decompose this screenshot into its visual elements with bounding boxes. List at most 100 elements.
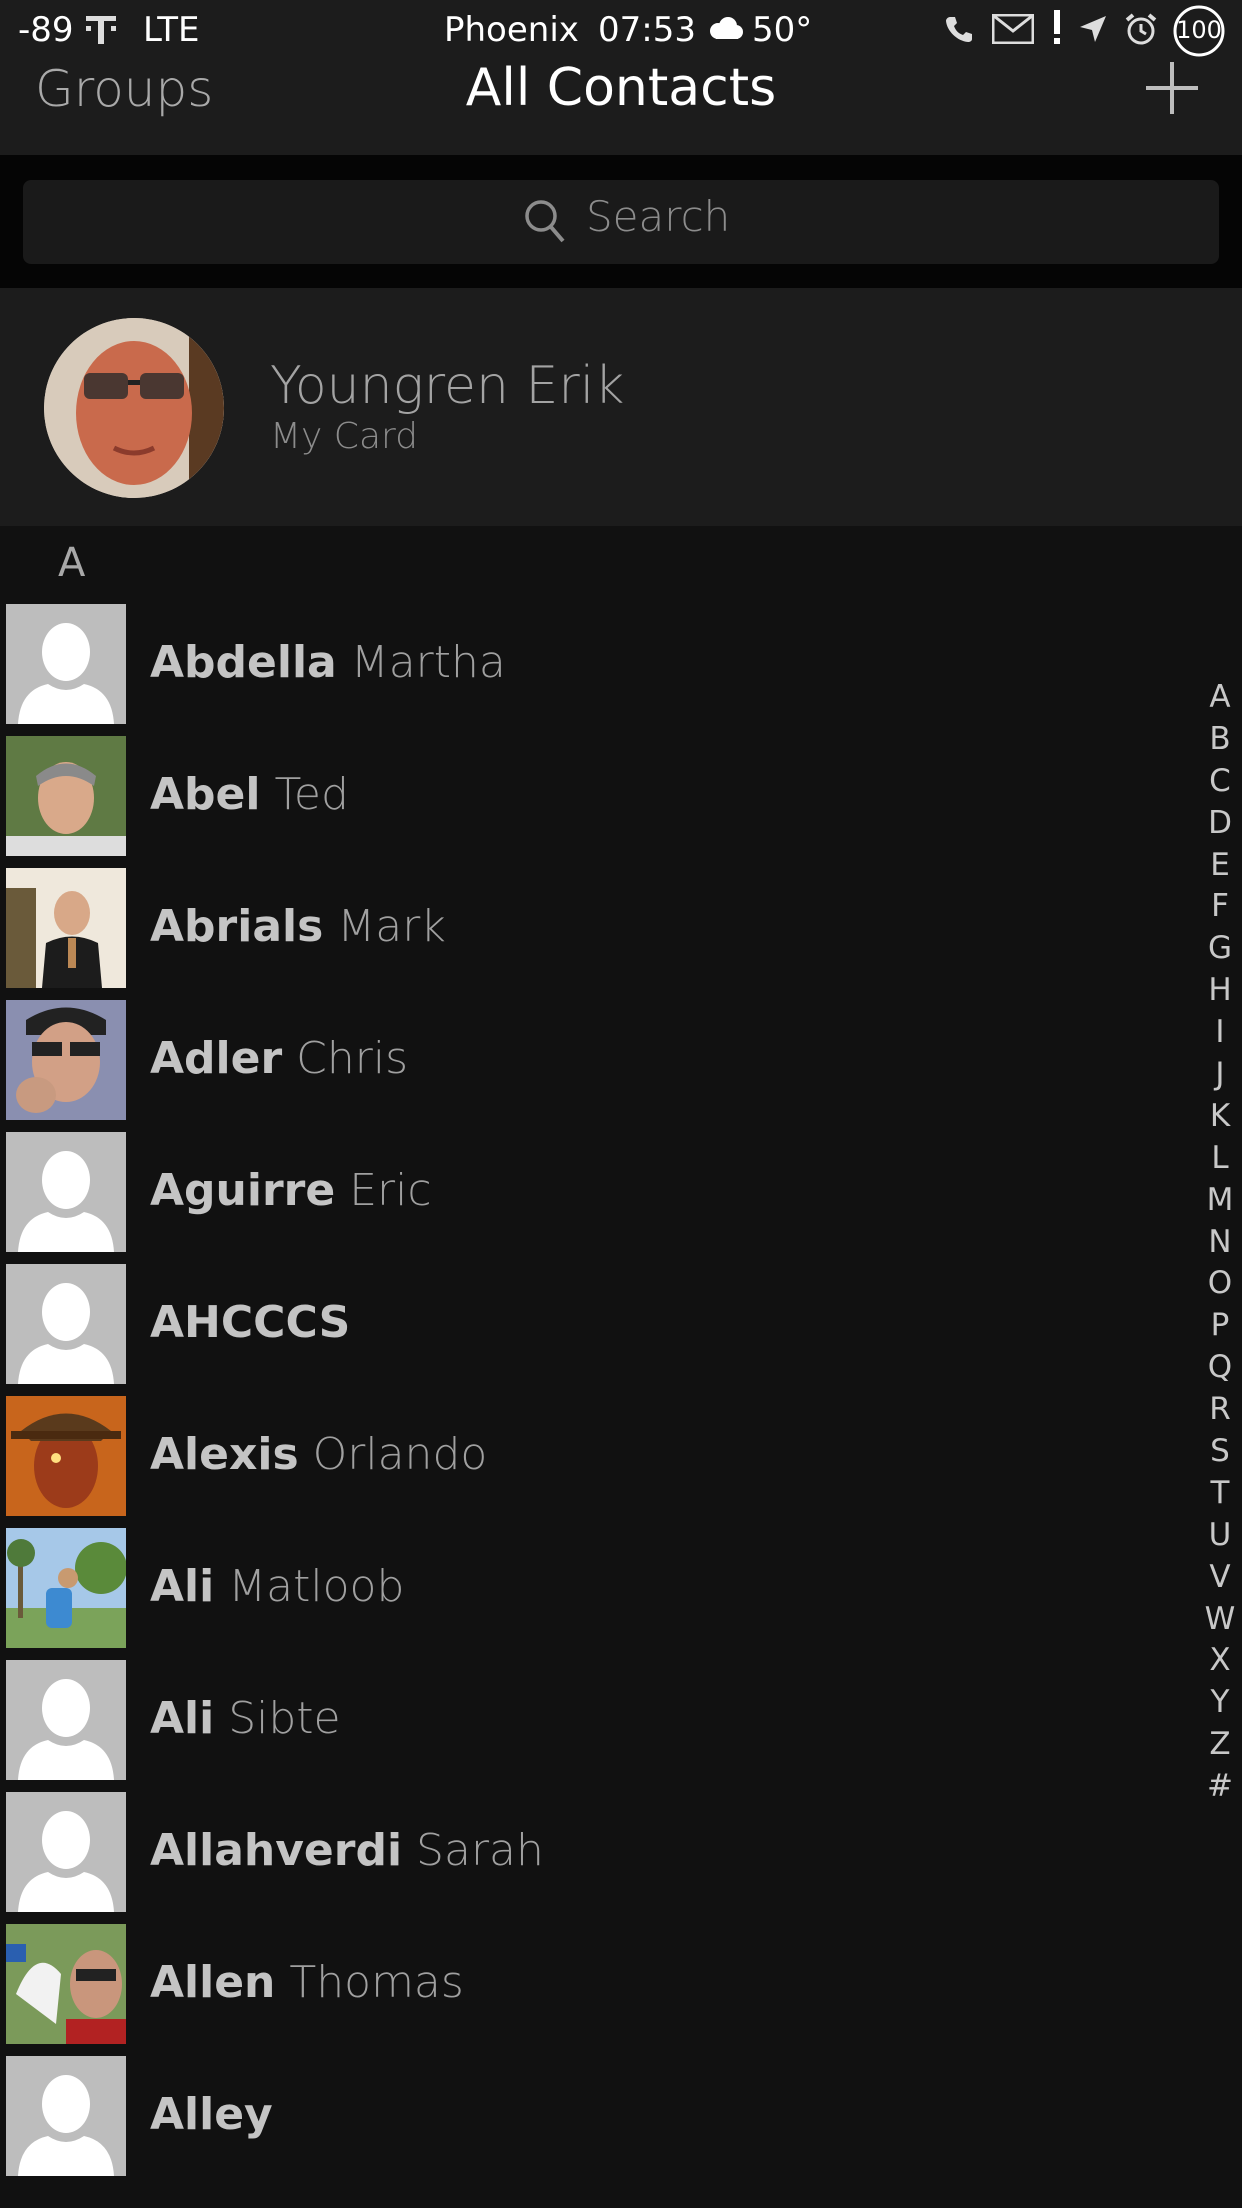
index-letter[interactable]: E [1195, 844, 1242, 886]
contact-last-name: Abrials [150, 901, 324, 952]
contact-row[interactable]: Allahverdi Sarah [0, 1780, 1190, 1912]
contact-row[interactable]: Adler Chris [0, 988, 1190, 1120]
contact-last-name: Abdella [150, 637, 337, 688]
index-letter[interactable]: U [1195, 1514, 1242, 1556]
index-letter[interactable]: S [1195, 1430, 1242, 1472]
index-letter[interactable]: X [1195, 1639, 1242, 1681]
contact-name: Adler Chris [150, 1033, 408, 1084]
contact-last-name: Alexis [150, 1429, 299, 1480]
contact-last-name: Ali [150, 1693, 215, 1744]
contact-row[interactable]: AHCCCS [0, 1252, 1190, 1384]
contact-last-name: AHCCCS [150, 1297, 351, 1348]
contact-row[interactable]: Abdella Martha [0, 592, 1190, 724]
contact-last-name: Aguirre [150, 1165, 336, 1216]
contact-row[interactable]: Allen Thomas [0, 1912, 1190, 2044]
status-temp: 50° [752, 10, 813, 50]
contact-last-name: Allen [150, 1957, 276, 2008]
contact-row[interactable]: Aguirre Eric [0, 1120, 1190, 1252]
contact-photo [6, 1528, 126, 1648]
contact-last-name: Alley [150, 2089, 273, 2140]
contact-row[interactable]: Abrials Mark [0, 856, 1190, 988]
contact-last-name: Ali [150, 1561, 215, 1612]
index-letter[interactable]: L [1195, 1137, 1242, 1179]
contact-name: Alexis Orlando [150, 1429, 487, 1480]
contact-row[interactable]: Alley [0, 2044, 1190, 2176]
contact-name: Abel Ted [150, 769, 349, 820]
default-avatar-icon [6, 604, 126, 724]
contact-name: Aguirre Eric [150, 1165, 432, 1216]
contact-first-name: Mark [337, 901, 446, 952]
signal-strength: -89 [18, 10, 74, 50]
index-letter[interactable]: B [1195, 718, 1242, 760]
contact-first-name: Matloob [228, 1561, 405, 1612]
index-letter[interactable]: D [1195, 802, 1242, 844]
section-header-a: A [58, 540, 86, 586]
search-icon [525, 200, 565, 243]
contact-last-name: Abel [150, 769, 261, 820]
index-letter[interactable]: R [1195, 1388, 1242, 1430]
contact-row[interactable]: Alexis Orlando [0, 1384, 1190, 1516]
contact-last-name: Adler [150, 1033, 283, 1084]
contact-photo [6, 736, 126, 856]
location-icon [1080, 16, 1106, 42]
index-letter[interactable]: A [1195, 676, 1242, 718]
contact-photo [6, 1000, 126, 1120]
index-letter[interactable]: N [1195, 1221, 1242, 1263]
contact-name: Ali Sibte [150, 1693, 341, 1744]
my-card-avatar [44, 318, 224, 498]
mail-icon [992, 14, 1034, 44]
contact-first-name: Orlando [312, 1429, 488, 1480]
default-avatar-icon [6, 1264, 126, 1384]
index-letter[interactable]: M [1195, 1179, 1242, 1221]
contact-first-name: Eric [349, 1165, 432, 1216]
index-letter[interactable]: Z [1195, 1723, 1242, 1765]
contact-photo [6, 1924, 126, 2044]
index-letter[interactable]: H [1195, 969, 1242, 1011]
index-letter[interactable]: W [1195, 1598, 1242, 1640]
index-letter[interactable]: J [1195, 1053, 1242, 1095]
search-placeholder: Search [586, 192, 731, 241]
alarm-icon [1125, 13, 1157, 45]
default-avatar-icon [6, 1792, 126, 1912]
index-letter[interactable]: Y [1195, 1681, 1242, 1723]
status-time: 07:53 [598, 10, 696, 50]
plus-icon[interactable] [1142, 58, 1202, 118]
index-letter[interactable]: I [1195, 1011, 1242, 1053]
page-title: All Contacts [465, 58, 777, 118]
index-letter[interactable]: V [1195, 1556, 1242, 1598]
contact-row[interactable]: Ali Matloob [0, 1516, 1190, 1648]
index-letter[interactable]: O [1195, 1262, 1242, 1304]
phone-icon [946, 17, 972, 42]
index-letter[interactable]: F [1195, 885, 1242, 927]
contact-first-name: Sarah [416, 1825, 544, 1876]
contact-name: Allahverdi Sarah [150, 1825, 544, 1876]
carrier-logo-icon [86, 16, 116, 44]
contact-name: AHCCCS [150, 1297, 350, 1348]
index-letter[interactable]: K [1195, 1095, 1242, 1137]
contact-name: Abdella Martha [150, 637, 506, 688]
index-letter[interactable]: T [1195, 1472, 1242, 1514]
contact-row[interactable]: Ali Sibte [0, 1648, 1190, 1780]
index-letter[interactable]: Q [1195, 1346, 1242, 1388]
index-letter[interactable]: # [1195, 1765, 1242, 1807]
contact-photo [6, 868, 126, 988]
default-avatar-icon [6, 1660, 126, 1780]
index-letter[interactable]: P [1195, 1304, 1242, 1346]
my-card-label: My Card [270, 416, 419, 457]
contact-first-name: Chris [296, 1033, 409, 1084]
contact-photo [6, 1396, 126, 1516]
contact-name: Alley [150, 2089, 273, 2140]
alert-icon [1054, 10, 1060, 44]
contact-first-name: Ted [274, 769, 349, 820]
contact-last-name: Allahverdi [150, 1825, 403, 1876]
contact-row[interactable]: Abel Ted [0, 724, 1190, 856]
index-letter[interactable]: G [1195, 927, 1242, 969]
contact-name: Ali Matloob [150, 1561, 404, 1612]
contact-first-name: Martha [350, 637, 506, 688]
my-card-name: Youngren Erik [270, 356, 625, 416]
index-letter[interactable]: C [1195, 760, 1242, 802]
alphabet-index[interactable]: A B C D E F G H I J K L M N O P Q R S T U V W X Y Z # [1195, 676, 1242, 1807]
contact-name: Abrials Mark [150, 901, 446, 952]
cloud-icon [710, 17, 743, 39]
contact-first-name: Thomas [289, 1957, 464, 2008]
